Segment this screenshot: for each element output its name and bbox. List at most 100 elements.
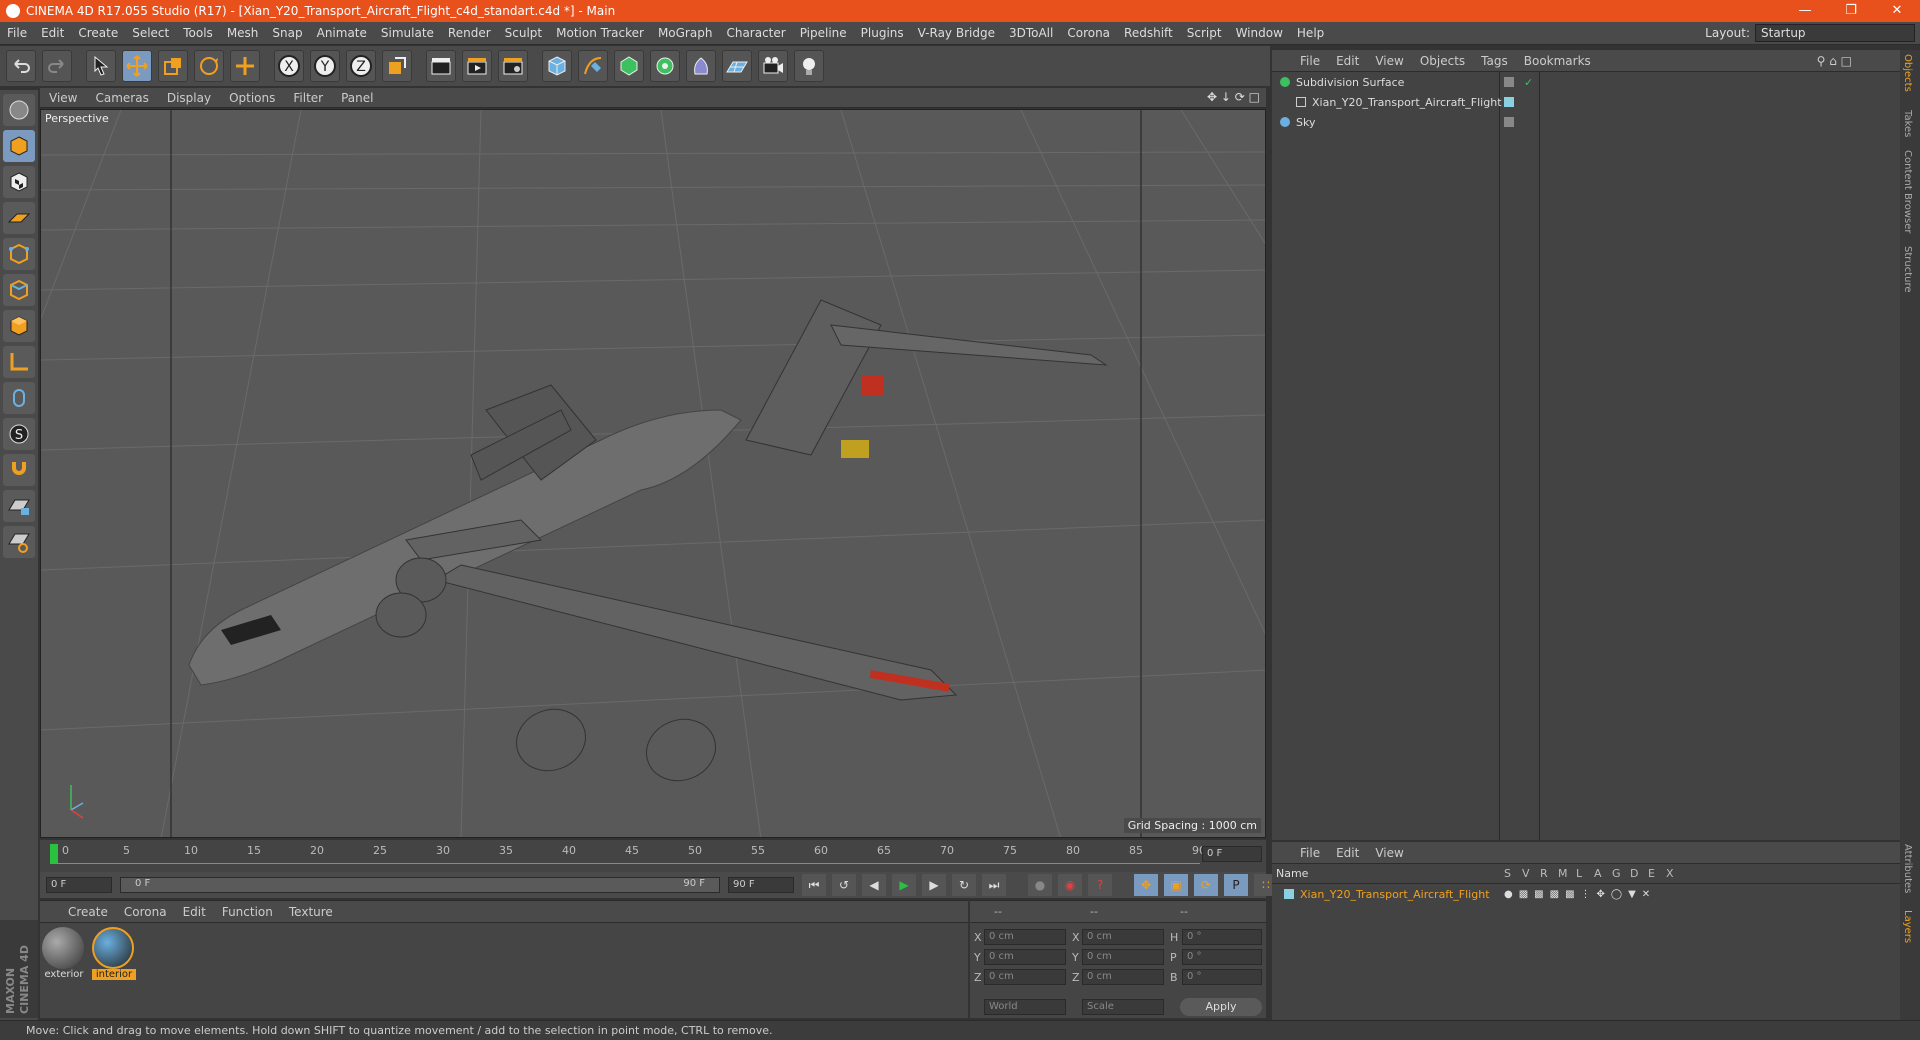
size-z-field[interactable]: 0 cm bbox=[1082, 969, 1164, 985]
render-settings-button[interactable] bbox=[498, 50, 528, 82]
tab-objects[interactable]: Objects bbox=[1902, 54, 1913, 92]
viewport-menu-view[interactable]: View bbox=[40, 91, 86, 105]
minimize-icon[interactable]: — bbox=[1782, 0, 1828, 22]
menu-pipeline[interactable]: Pipeline bbox=[793, 26, 854, 40]
tab-content-browser[interactable]: Content Browser bbox=[1902, 150, 1913, 233]
position-z-field[interactable]: 0 cm bbox=[984, 969, 1066, 985]
object-row-sky[interactable]: Sky bbox=[1272, 112, 1900, 132]
menu-script[interactable]: Script bbox=[1180, 26, 1229, 40]
viewport-menu-options[interactable]: Options bbox=[220, 91, 284, 105]
tab-structure[interactable]: Structure bbox=[1902, 246, 1913, 293]
menu-edit[interactable]: Edit bbox=[34, 26, 71, 40]
scale-button[interactable] bbox=[158, 50, 188, 82]
material-menu-function[interactable]: Function bbox=[214, 905, 281, 919]
restore-icon[interactable]: ❐ bbox=[1828, 0, 1874, 22]
render-view-button[interactable] bbox=[426, 50, 456, 82]
object-menu-objects[interactable]: Objects bbox=[1412, 54, 1473, 68]
undo-button[interactable] bbox=[6, 50, 36, 82]
viewport-menu-filter[interactable]: Filter bbox=[284, 91, 332, 105]
menu-file[interactable]: File bbox=[0, 26, 34, 40]
deformer-button[interactable] bbox=[686, 50, 716, 82]
next-frame-icon[interactable]: ▶ bbox=[922, 874, 946, 896]
go-to-start-icon[interactable]: ⏮ bbox=[802, 874, 826, 896]
axis-mode-button[interactable] bbox=[3, 346, 35, 378]
menu-select[interactable]: Select bbox=[125, 26, 176, 40]
lock-workplane-button[interactable] bbox=[3, 490, 35, 522]
timeline-ruler[interactable]: 0 5 10 15 20 25 30 35 40 45 50 55 60 65 … bbox=[40, 840, 1266, 872]
live-selection-button[interactable] bbox=[86, 50, 116, 82]
record-keys-icon[interactable]: ● bbox=[1028, 874, 1052, 896]
z-axis-button[interactable]: Z bbox=[346, 50, 376, 82]
coord-system-select[interactable]: World bbox=[984, 999, 1066, 1015]
start-frame-field[interactable]: 0 F bbox=[46, 877, 112, 893]
viewport-nav-icons[interactable]: ✥ ↓ ⟳ □ bbox=[1207, 90, 1260, 104]
frame-range-slider[interactable]: 0 F 90 F bbox=[120, 877, 720, 893]
rotation-p-field[interactable]: 0 ° bbox=[1182, 949, 1262, 965]
material-exterior[interactable]: exterior bbox=[42, 927, 86, 980]
material-menu-edit[interactable]: Edit bbox=[175, 905, 214, 919]
rotation-b-field[interactable]: 0 ° bbox=[1182, 969, 1262, 985]
material-menu-create[interactable]: Create bbox=[60, 905, 116, 919]
object-menu-tags[interactable]: Tags bbox=[1473, 54, 1516, 68]
object-visible-icon[interactable] bbox=[1504, 97, 1514, 107]
viewport-menu-display[interactable]: Display bbox=[158, 91, 220, 105]
layer-toggle-icons[interactable]: ●▩▩▩▩⋮✥◯▼✕ bbox=[1504, 889, 1656, 900]
object-menu-bookmarks[interactable]: Bookmarks bbox=[1516, 54, 1599, 68]
menu-sculpt[interactable]: Sculpt bbox=[498, 26, 549, 40]
layer-row[interactable]: Xian_Y20_Transport_Aircraft_Flight ●▩▩▩▩… bbox=[1272, 884, 1900, 904]
position-x-field[interactable]: 0 cm bbox=[984, 929, 1066, 945]
coordinate-system-button[interactable] bbox=[382, 50, 412, 82]
menu-simulate[interactable]: Simulate bbox=[374, 26, 441, 40]
keyframe-selection-icon[interactable]: ? bbox=[1088, 874, 1112, 896]
make-editable-button[interactable] bbox=[3, 94, 35, 126]
key-parameter-icon[interactable]: P bbox=[1224, 874, 1248, 896]
tab-takes[interactable]: Takes bbox=[1902, 110, 1913, 137]
close-icon[interactable]: ✕ bbox=[1874, 0, 1920, 22]
next-key-icon[interactable]: ↻ bbox=[952, 874, 976, 896]
transform-button[interactable] bbox=[230, 50, 260, 82]
cube-primitive-button[interactable] bbox=[542, 50, 572, 82]
menu-snap[interactable]: Snap bbox=[265, 26, 309, 40]
key-scale-icon[interactable]: ▣ bbox=[1164, 874, 1188, 896]
menu-window[interactable]: Window bbox=[1229, 26, 1290, 40]
edges-mode-button[interactable] bbox=[3, 274, 35, 306]
object-manager-search-icon[interactable]: ⚲ ⌂ □ bbox=[1817, 54, 1852, 68]
prev-key-icon[interactable]: ↺ bbox=[832, 874, 856, 896]
menu-tools[interactable]: Tools bbox=[176, 26, 220, 40]
model-mode-button[interactable] bbox=[3, 130, 35, 162]
current-frame-field[interactable]: 0 F bbox=[1202, 846, 1262, 862]
y-axis-button[interactable]: Y bbox=[310, 50, 340, 82]
size-x-field[interactable]: 0 cm bbox=[1082, 929, 1164, 945]
object-row-subdivision[interactable]: Subdivision Surface ✓ bbox=[1272, 72, 1900, 92]
viewport-menu-panel[interactable]: Panel bbox=[332, 91, 382, 105]
menu-plugins[interactable]: Plugins bbox=[854, 26, 911, 40]
texture-mode-button[interactable] bbox=[3, 166, 35, 198]
polygons-mode-button[interactable] bbox=[3, 310, 35, 342]
play-icon[interactable]: ▶ bbox=[892, 874, 916, 896]
floor-button[interactable] bbox=[722, 50, 752, 82]
key-rotation-icon[interactable]: ⟳ bbox=[1194, 874, 1218, 896]
material-interior[interactable]: interior bbox=[92, 927, 136, 980]
go-to-end-icon[interactable]: ⏭ bbox=[982, 874, 1006, 896]
object-menu-edit[interactable]: Edit bbox=[1328, 54, 1367, 68]
snap-button[interactable] bbox=[3, 454, 35, 486]
layer-menu-edit[interactable]: Edit bbox=[1328, 846, 1367, 860]
object-row-aircraft[interactable]: Xian_Y20_Transport_Aircraft_Flight bbox=[1272, 92, 1900, 112]
menu-corona[interactable]: Corona bbox=[1060, 26, 1117, 40]
tab-layers[interactable]: Layers bbox=[1902, 910, 1913, 943]
tweak-mode-button[interactable] bbox=[3, 382, 35, 414]
rotate-button[interactable] bbox=[194, 50, 224, 82]
menu-animate[interactable]: Animate bbox=[310, 26, 374, 40]
menu-help[interactable]: Help bbox=[1290, 26, 1331, 40]
render-picture-viewer-button[interactable] bbox=[462, 50, 492, 82]
menu-vray-bridge[interactable]: V-Ray Bridge bbox=[911, 26, 1002, 40]
subdivision-surface-button[interactable] bbox=[614, 50, 644, 82]
enabled-check-icon[interactable]: ✓ bbox=[1524, 76, 1533, 89]
end-frame-field[interactable]: 90 F bbox=[728, 877, 794, 893]
viewport-perspective[interactable]: Perspective Grid Spacing : 1000 cm bbox=[40, 109, 1266, 838]
object-menu-view[interactable]: View bbox=[1367, 54, 1411, 68]
autokey-icon[interactable]: ◉ bbox=[1058, 874, 1082, 896]
x-axis-button[interactable]: X bbox=[274, 50, 304, 82]
menu-3dtoall[interactable]: 3DToAll bbox=[1002, 26, 1060, 40]
tab-attributes[interactable]: Attributes bbox=[1902, 844, 1913, 893]
